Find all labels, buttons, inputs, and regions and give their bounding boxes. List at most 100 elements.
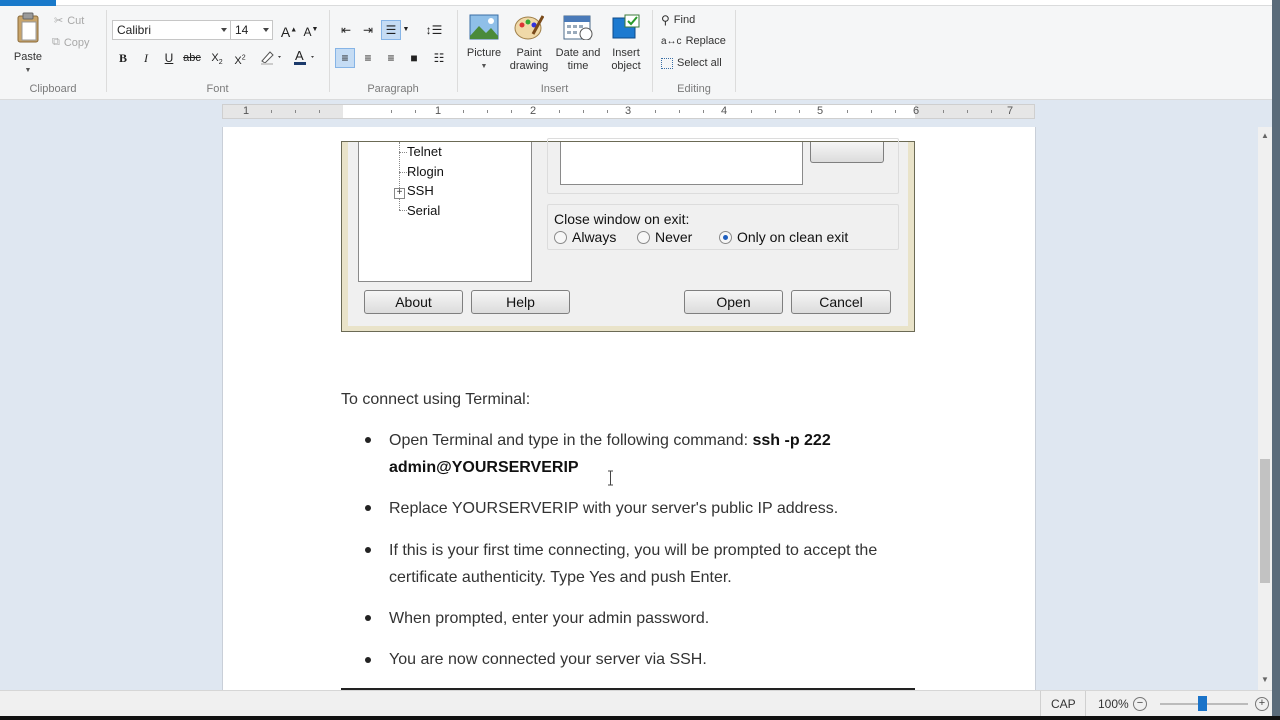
zoom-slider-thumb[interactable]	[1198, 696, 1207, 711]
ruler-tick	[943, 110, 944, 113]
copy-label: Copy	[63, 36, 90, 49]
picture-icon	[469, 14, 499, 40]
paste-label: Paste	[13, 51, 43, 63]
replace-button[interactable]: a↔c Replace	[661, 35, 726, 47]
paragraph-group-label: Paragraph	[367, 83, 419, 95]
font-color-icon: A	[294, 48, 314, 65]
strikethrough-button[interactable]: abc	[182, 48, 202, 68]
date-time-button[interactable]: Date and time	[554, 14, 602, 73]
scroll-down-icon[interactable]: ▼	[1261, 675, 1269, 684]
ruler-tick	[895, 110, 896, 113]
radio-label: Never	[655, 229, 693, 245]
close-window-label: Close window on exit:	[554, 211, 690, 227]
highlight-button[interactable]	[257, 48, 287, 68]
superscript-icon: X2	[234, 54, 246, 67]
subscript-button[interactable]: X2	[207, 48, 227, 68]
align-right-icon: ≡	[387, 51, 395, 65]
tree-connector	[399, 172, 407, 173]
scissors-icon: ✂	[54, 15, 64, 27]
status-bar: CAP 100% − +	[0, 690, 1272, 717]
ruler-tick	[703, 110, 704, 113]
ruler-number: 1	[242, 105, 250, 117]
ruler-tick	[319, 110, 320, 113]
insert-object-icon	[612, 14, 640, 39]
bullet-item-4: When prompted, enter your admin password…	[389, 610, 710, 627]
font-size-select[interactable]: 14	[230, 20, 273, 40]
zoom-out-button[interactable]: −	[1133, 697, 1147, 711]
ruler-number: 6	[912, 105, 920, 117]
tree-item-rlogin: Rlogin	[407, 164, 444, 179]
align-center-button[interactable]: ≡	[358, 48, 378, 68]
bullets-dropdown[interactable]: ▼	[401, 20, 411, 40]
line-spacing-button[interactable]: ↕☰	[420, 20, 448, 40]
align-center-icon: ≡	[364, 51, 372, 65]
vertical-scrollbar[interactable]: ▲ ▼	[1258, 127, 1272, 690]
radio-icon	[637, 230, 650, 244]
scroll-up-icon[interactable]: ▲	[1261, 131, 1269, 140]
copy-icon: ⧉	[52, 36, 60, 48]
tree-item-ssh: SSH	[407, 183, 434, 198]
increase-indent-button[interactable]: ⇥	[358, 20, 378, 40]
scrollbar-thumb[interactable]	[1260, 459, 1270, 583]
ruler-tick	[775, 110, 776, 113]
decrease-indent-button[interactable]: ⇤	[336, 20, 356, 40]
picture-dropdown-icon[interactable]: ▼	[464, 60, 504, 73]
chevron-down-icon	[263, 28, 269, 32]
font-size-value: 14	[235, 23, 249, 37]
select-all-button[interactable]: Select all	[661, 57, 722, 69]
document-page[interactable]: + Telnet Rlogin SSH Serial Close window …	[222, 127, 1035, 690]
superscript-button[interactable]: X2	[230, 48, 250, 68]
paste-button[interactable]: Paste ▼	[10, 12, 46, 77]
insert-picture-button[interactable]: Picture ▼	[464, 14, 504, 73]
svg-text:A: A	[295, 48, 304, 63]
align-right-button[interactable]: ≡	[381, 48, 401, 68]
ruler-tick	[751, 110, 752, 113]
font-color-button[interactable]: A	[290, 48, 320, 68]
clipboard-group-label: Clipboard	[29, 83, 77, 95]
bullets-button[interactable]: ☰	[381, 20, 401, 40]
bullet-item-1: Open Terminal and type in the following …	[389, 427, 909, 481]
file-tab[interactable]	[0, 0, 56, 6]
ruler[interactable]: 1 1 2 3 4 5 6 7	[222, 104, 1035, 119]
align-left-button[interactable]: ≡	[335, 48, 355, 68]
justify-button[interactable]: ■	[404, 48, 424, 68]
shrink-font-button[interactable]: A▼	[301, 20, 321, 40]
grow-font-button[interactable]: A▲	[279, 20, 299, 40]
paste-dropdown-icon[interactable]: ▼	[10, 64, 46, 77]
page-edge	[1035, 127, 1036, 690]
copy-button[interactable]: ⧉ Copy	[52, 36, 90, 49]
bullet-dot	[365, 615, 371, 621]
insert-object-button[interactable]: Insert object	[606, 14, 646, 73]
radio-icon	[554, 230, 567, 244]
italic-button[interactable]: I	[136, 48, 156, 68]
find-button[interactable]: ⚲ Find	[661, 13, 695, 27]
paint-drawing-button[interactable]: Paint drawing	[508, 14, 550, 73]
ruler-tick	[655, 110, 656, 113]
cut-button[interactable]: ✂ Cut	[54, 14, 84, 28]
ribbon-tab-strip	[0, 0, 1272, 6]
paragraph-settings-button[interactable]: ☷	[429, 48, 449, 68]
font-family-value: Calibri	[117, 23, 152, 37]
font-group: Calibri 14 A▲ A▼ B I U abc X2 X2 A Font	[107, 8, 328, 98]
plus-icon: +	[1258, 697, 1266, 709]
expand-plus-icon[interactable]: +	[394, 188, 405, 199]
subscript-icon: X2	[211, 52, 223, 67]
ruler-tick	[679, 110, 680, 113]
bold-icon: B	[118, 51, 127, 65]
strikethrough-icon: abc	[183, 52, 201, 64]
putty-open-button: Open	[684, 290, 783, 314]
bullet-item-5: You are now connected your server via SS…	[389, 651, 707, 668]
editing-group: ⚲ Find a↔c Replace Select all Editing	[653, 8, 735, 98]
ruler-tick	[463, 110, 464, 113]
ruler-tick	[487, 110, 488, 113]
putty-delete-button	[810, 142, 884, 163]
underline-button[interactable]: U	[159, 48, 179, 68]
bold-button[interactable]: B	[113, 48, 133, 68]
radio-never: Never	[637, 229, 692, 245]
text-cursor-icon	[608, 470, 613, 486]
minus-icon: −	[1136, 697, 1144, 709]
font-family-select[interactable]: Calibri	[112, 20, 231, 40]
replace-icon: a↔c	[661, 35, 682, 47]
zoom-in-button[interactable]: +	[1255, 697, 1269, 711]
putty-dialog: + Telnet Rlogin SSH Serial Close window …	[348, 138, 908, 326]
